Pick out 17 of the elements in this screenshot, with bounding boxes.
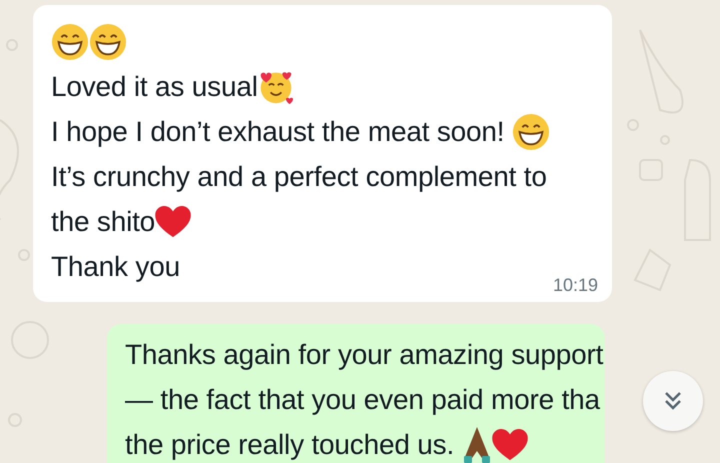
message-text: the price really touched us.	[125, 428, 456, 460]
double-chevron-down-icon	[663, 390, 683, 412]
message-text: Loved it as usual	[51, 70, 258, 102]
heart-icon	[155, 206, 192, 238]
message-text: It’s crunchy and a perfect complement to	[51, 160, 547, 192]
grinning-face-icon	[51, 22, 89, 60]
message-text: — the fact that you even paid more tha	[125, 384, 600, 416]
grinning-face-icon	[512, 112, 550, 150]
message-text: Thanks again for your amazing support	[125, 338, 604, 370]
message-text: Thank you	[51, 250, 180, 282]
message-time: 10:19	[552, 275, 598, 296]
message-text: the shito	[51, 206, 156, 238]
heart-icon	[492, 428, 528, 460]
message-text: I hope I don’t exhaust the meat soon!	[51, 116, 506, 148]
grinning-face-icon	[89, 22, 127, 60]
folded-hands-icon	[462, 424, 492, 463]
scroll-down-button[interactable]	[643, 371, 703, 431]
